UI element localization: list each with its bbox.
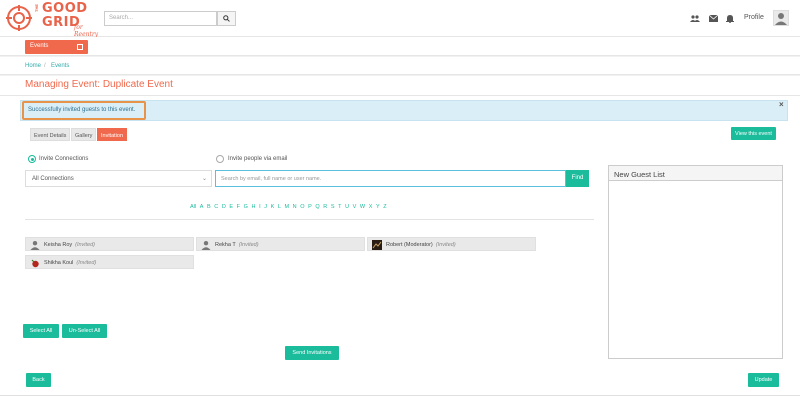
alpha-filter-all[interactable]: All bbox=[190, 204, 196, 210]
alpha-filter-b[interactable]: B bbox=[207, 204, 211, 210]
unselect-all-button[interactable]: Un-Select All bbox=[62, 324, 107, 338]
tab-invitation[interactable]: Invitation bbox=[97, 128, 128, 141]
photo-avatar-red bbox=[30, 258, 40, 268]
alpha-filter-r[interactable]: R bbox=[323, 204, 327, 210]
chevron-down-icon: ⌄ bbox=[201, 176, 207, 182]
invite-connections-radio[interactable] bbox=[28, 155, 36, 163]
breadcrumb-events-link[interactable]: Events bbox=[51, 63, 69, 69]
logo-the-text: THE bbox=[34, 4, 39, 12]
alpha-filter-f[interactable]: F bbox=[237, 204, 240, 210]
invite-email-label: Invite people via email bbox=[228, 156, 288, 162]
alpha-filter-i[interactable]: I bbox=[259, 204, 261, 210]
alpha-filter-q[interactable]: Q bbox=[315, 204, 319, 210]
connections-select[interactable]: All Connections ⌄ bbox=[25, 170, 212, 187]
notifications-bell-icon[interactable] bbox=[725, 14, 735, 23]
alert-close-button[interactable]: × bbox=[779, 100, 784, 109]
view-event-button[interactable]: View this event bbox=[731, 127, 776, 140]
events-menu-label: Events bbox=[30, 43, 49, 49]
alpha-filter-v[interactable]: V bbox=[353, 204, 357, 210]
find-button[interactable]: Find bbox=[566, 170, 589, 187]
events-menu-button[interactable]: Events bbox=[25, 40, 88, 54]
alpha-filter-k[interactable]: K bbox=[271, 204, 275, 210]
person-icon bbox=[30, 241, 40, 250]
guest-status: (Invited) bbox=[435, 242, 456, 248]
section-nav-strip bbox=[0, 37, 800, 56]
guest-item[interactable]: Rekha T (Invited) bbox=[196, 237, 365, 251]
tab-gallery[interactable]: Gallery bbox=[71, 128, 97, 141]
search-icon bbox=[223, 15, 230, 22]
guest-name: Robert (Moderator) bbox=[386, 242, 433, 248]
alpha-filter-y[interactable]: Y bbox=[376, 204, 380, 210]
guest-status: (Invited) bbox=[238, 242, 259, 248]
user-avatar[interactable] bbox=[773, 10, 789, 26]
header-search-input[interactable]: Search... bbox=[104, 11, 217, 26]
messages-icon[interactable] bbox=[708, 14, 718, 23]
alpha-filter-a[interactable]: A bbox=[200, 204, 204, 210]
alpha-filter-j[interactable]: J bbox=[264, 204, 267, 210]
breadcrumb bbox=[0, 57, 800, 75]
alpha-filter-p[interactable]: P bbox=[308, 204, 312, 210]
profile-link[interactable]: Profile bbox=[744, 14, 764, 21]
guest-item[interactable]: Keisha Roy (Invited) bbox=[25, 237, 194, 251]
invite-email-radio[interactable] bbox=[216, 155, 224, 163]
alpha-filter-z[interactable]: Z bbox=[383, 204, 386, 210]
alpha-filter-e[interactable]: E bbox=[229, 204, 233, 210]
guest-item[interactable]: Robert (Moderator) (Invited) bbox=[367, 237, 536, 251]
footer-divider bbox=[0, 395, 800, 396]
alert-message: Successfully invited guests to this even… bbox=[28, 107, 136, 113]
send-invitations-button[interactable]: Send Invitations bbox=[285, 346, 339, 360]
alphabet-filter: All A B C D E F G H I J K L M N O P Q R S T U V W X Y Z bbox=[190, 204, 390, 210]
guest-search-input[interactable]: Search by email, full name or user name. bbox=[215, 170, 566, 187]
user-silhouette-icon bbox=[775, 13, 787, 25]
alpha-filter-d[interactable]: D bbox=[222, 204, 226, 210]
alpha-filter-w[interactable]: W bbox=[360, 204, 365, 210]
new-guest-list-panel bbox=[608, 165, 783, 359]
guest-name: Keisha Roy bbox=[44, 242, 73, 248]
guest-status: (Invited) bbox=[75, 242, 96, 248]
header-search-button[interactable] bbox=[217, 11, 236, 26]
alpha-filter-g[interactable]: G bbox=[244, 204, 248, 210]
breadcrumb-separator: / bbox=[44, 63, 46, 69]
breadcrumb-home-link[interactable]: Home bbox=[25, 63, 41, 69]
connections-select-value: All Connections bbox=[32, 176, 74, 182]
update-button[interactable]: Update bbox=[748, 373, 779, 387]
guest-name: Shikha Koul bbox=[44, 260, 74, 266]
logo-line-1: GOOD bbox=[42, 1, 88, 16]
guest-name: Rekha T bbox=[215, 242, 236, 248]
person-icon bbox=[201, 241, 211, 250]
guest-status: (Invited) bbox=[76, 260, 97, 266]
alpha-filter-s[interactable]: S bbox=[331, 204, 335, 210]
photo-avatar bbox=[372, 240, 382, 250]
calendar-icon bbox=[77, 44, 83, 50]
divider bbox=[25, 219, 594, 220]
brand-logo[interactable]: THE GOOD GRID for Reentry bbox=[6, 1, 102, 38]
page-title: Managing Event: Duplicate Event bbox=[25, 79, 173, 90]
alpha-filter-t[interactable]: T bbox=[338, 204, 341, 210]
invite-connections-label: Invite Connections bbox=[39, 156, 89, 162]
connections-icon[interactable] bbox=[690, 14, 700, 23]
alpha-filter-o[interactable]: O bbox=[300, 204, 304, 210]
guest-item[interactable]: Shikha Koul (Invited) bbox=[25, 255, 194, 269]
new-guest-list-title: New Guest List bbox=[608, 165, 783, 181]
tab-event-details[interactable]: Event Details bbox=[30, 128, 71, 141]
alpha-filter-c[interactable]: C bbox=[214, 204, 218, 210]
alpha-filter-m[interactable]: M bbox=[284, 204, 289, 210]
alpha-filter-h[interactable]: H bbox=[252, 204, 256, 210]
logo-mark-icon bbox=[6, 5, 32, 31]
select-all-button[interactable]: Select All bbox=[23, 324, 59, 338]
logo-tagline: for Reentry bbox=[74, 24, 99, 38]
alpha-filter-n[interactable]: N bbox=[293, 204, 297, 210]
alpha-filter-u[interactable]: U bbox=[345, 204, 349, 210]
back-button[interactable]: Back bbox=[26, 373, 51, 387]
alpha-filter-l[interactable]: L bbox=[278, 204, 281, 210]
alpha-filter-x[interactable]: X bbox=[369, 204, 373, 210]
